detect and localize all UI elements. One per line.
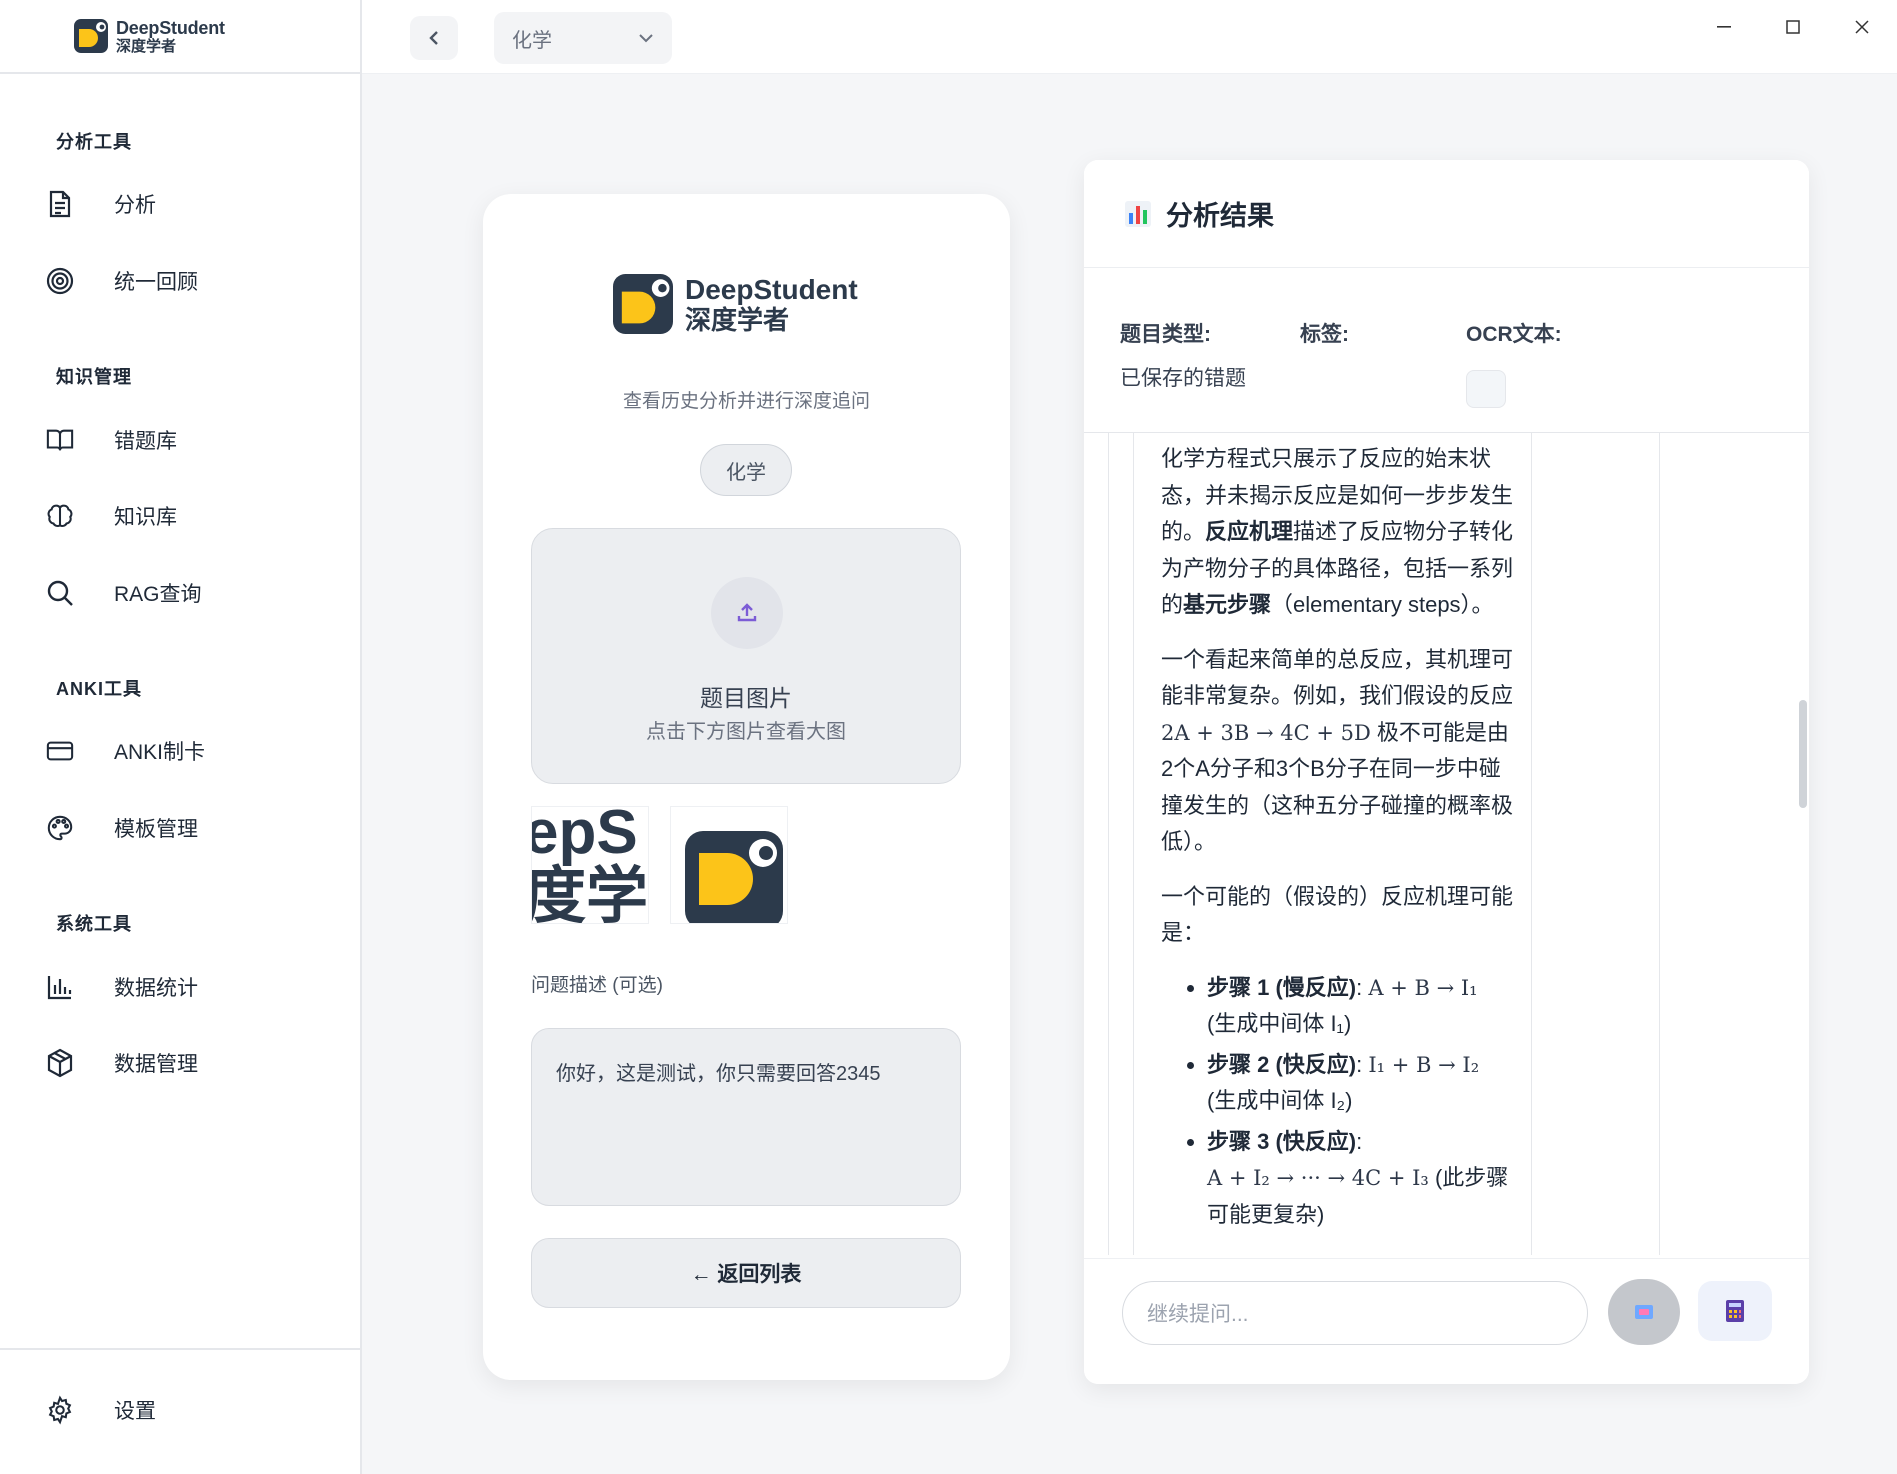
section-anki-tools: ANKI工具 — [56, 679, 142, 699]
minimize-icon — [1717, 26, 1731, 28]
card-icon — [46, 737, 74, 765]
brand-name-en: DeepStudent — [116, 17, 225, 38]
tags-label: 标签: — [1300, 323, 1349, 346]
calculator-button[interactable] — [1698, 1281, 1772, 1341]
sidebar-item-template-management[interactable]: 模板管理 — [0, 798, 360, 858]
followup-input[interactable]: 继续提问... — [1122, 1281, 1588, 1345]
paragraph: 一个可能的（假设的）反应机理可能是： — [1161, 883, 1514, 946]
sidebar-item-unified-review[interactable]: 统一回顾 — [0, 251, 360, 311]
ocr-text-box — [1466, 370, 1506, 408]
thumb-text-line: epS — [531, 806, 638, 867]
question-image-thumb[interactable]: epS 度学 — [531, 806, 649, 924]
target-icon — [46, 267, 74, 295]
description-field[interactable]: 你好，这是测试，你只需要回答2345 — [531, 1028, 961, 1206]
sidebar-item-label: RAG查询 — [114, 583, 202, 606]
minimize-button[interactable] — [1704, 12, 1744, 42]
sidebar-item-anki-cards[interactable]: ANKI制卡 — [0, 721, 360, 781]
list-item: 步骤 2 (快反应): I₁ + B → I₂ (生成中间体 I₂) — [1207, 1047, 1515, 1120]
equation: 2A + 3B → 4C + 5D — [1161, 720, 1371, 745]
card-logo: DeepStudent 深度学者 — [613, 274, 858, 334]
chevron-left-icon — [429, 31, 438, 45]
maximize-icon — [1786, 20, 1800, 34]
subject-select[interactable]: 化学 — [494, 12, 672, 64]
book-icon — [46, 426, 74, 454]
card-logo-name-en: DeepStudent — [685, 273, 858, 305]
gear-icon — [46, 1395, 74, 1425]
bar-chart-icon — [46, 973, 74, 1001]
card-logo-name-cn: 深度学者 — [685, 304, 790, 335]
question-type-value: 已保存的错题 — [1120, 367, 1246, 390]
app-logo-icon — [74, 19, 108, 53]
scrollbar[interactable] — [1799, 700, 1807, 808]
document-icon — [46, 190, 74, 218]
top-bar: 化学 — [362, 0, 1897, 74]
sidebar-item-settings[interactable]: 设置 — [0, 1380, 360, 1440]
sidebar-item-knowledge-base[interactable]: 知识库 — [0, 486, 360, 546]
sidebar-item-label: 模板管理 — [114, 818, 198, 841]
analysis-text: 化学方程式只展示了反应的始末状态，并未揭示反应是如何一步步发生的。反应机理描述了… — [1161, 441, 1515, 1237]
send-button[interactable] — [1608, 1279, 1680, 1345]
question-image-area[interactable]: 题目图片 点击下方图片查看大图 — [531, 528, 961, 784]
analysis-content[interactable]: 化学方程式只展示了反应的始末状态，并未揭示反应是如何一步步发生的。反应机理描述了… — [1108, 433, 1788, 1255]
thumb-text-line: 度学 — [531, 862, 649, 924]
description-label: 问题描述 (可选) — [531, 975, 663, 996]
chevron-down-icon — [639, 34, 653, 43]
section-system-tools: 系统工具 — [56, 914, 132, 934]
sidebar-item-label: 分析 — [114, 194, 156, 217]
package-icon — [46, 1048, 74, 1078]
upload-title: 题目图片 — [700, 685, 792, 711]
close-icon — [1855, 20, 1869, 34]
palette-icon — [46, 814, 74, 842]
subject-select-value: 化学 — [512, 29, 552, 52]
sidebar-item-label: 错题库 — [114, 430, 177, 453]
send-icon — [1635, 1305, 1653, 1319]
mistake-detail-card: DeepStudent 深度学者 查看历史分析并进行深度追问 化学 题目图片 点… — [483, 194, 1010, 1380]
panel-header: 分析结果 — [1084, 160, 1809, 268]
sidebar-item-data-management[interactable]: 数据管理 — [0, 1033, 360, 1093]
section-knowledge-management: 知识管理 — [56, 367, 132, 387]
sidebar-item-label: ANKI制卡 — [114, 741, 206, 764]
sidebar-item-label: 数据统计 — [114, 977, 198, 1000]
sidebar-item-rag-query[interactable]: RAG查询 — [0, 563, 360, 623]
mechanism-steps: 步骤 1 (慢反应): A + B → I₁ (生成中间体 I₁) 步骤 2 (… — [1161, 970, 1515, 1234]
card-subtitle: 查看历史分析并进行深度追问 — [622, 391, 870, 412]
sidebar-item-label: 设置 — [114, 1400, 156, 1423]
sidebar-footer: 设置 — [0, 1348, 360, 1474]
followup-bar: 继续提问... — [1084, 1258, 1809, 1384]
maximize-button[interactable] — [1773, 12, 1813, 42]
calculator-icon — [1726, 1300, 1744, 1322]
question-image-thumb[interactable] — [670, 806, 788, 924]
brand-name-cn: 深度学者 — [116, 37, 177, 55]
sidebar-item-data-stats[interactable]: 数据统计 — [0, 957, 360, 1017]
sidebar-item-label: 知识库 — [114, 506, 177, 529]
back-button[interactable] — [410, 16, 458, 60]
list-item: 步骤 3 (快反应): A + I₂ → ··· → 4C + I₃ (此步骤可… — [1207, 1124, 1515, 1234]
app-brand: DeepStudent 深度学者 — [0, 0, 360, 74]
close-button[interactable] — [1842, 12, 1882, 42]
ocr-text-label: OCR文本: — [1466, 323, 1562, 346]
subject-chip: 化学 — [700, 444, 792, 496]
app-logo-icon — [613, 274, 673, 334]
upload-icon — [737, 603, 757, 622]
sidebar: DeepStudent 深度学者 分析工具 分析 统一回顾 知识管理 错题库 知… — [0, 0, 362, 1474]
sidebar-item-analysis[interactable]: 分析 — [0, 174, 360, 234]
search-icon — [46, 579, 74, 607]
sidebar-item-mistake-library[interactable]: 错题库 — [0, 410, 360, 470]
sidebar-item-label: 统一回顾 — [114, 271, 198, 294]
brain-icon — [46, 502, 74, 530]
back-to-list-button[interactable]: ← 返回列表 — [531, 1238, 961, 1308]
upload-hint: 点击下方图片查看大图 — [646, 721, 846, 743]
analysis-result-panel: 分析结果 题目类型: 标签: OCR文本: 已保存的错题 化学方程式只展示了反应… — [1084, 160, 1809, 1384]
paragraph: 一个看起来简单的总反应，其机理可能非常复杂。例如，我们假设的反应 2A + 3B… — [1161, 646, 1514, 855]
question-type-label: 题目类型: — [1120, 323, 1211, 346]
section-analysis-tools: 分析工具 — [56, 132, 132, 152]
sidebar-item-label: 数据管理 — [114, 1053, 198, 1076]
list-item: 步骤 1 (慢反应): A + B → I₁ (生成中间体 I₁) — [1207, 970, 1515, 1043]
upload-icon-wrap — [711, 577, 783, 649]
bar-chart-icon — [1125, 200, 1151, 227]
app-logo-icon — [685, 831, 783, 923]
paragraph: 化学方程式只展示了反应的始末状态，并未揭示反应是如何一步步发生的。反应机理描述了… — [1161, 446, 1514, 617]
panel-title: 分析结果 — [1166, 201, 1274, 231]
